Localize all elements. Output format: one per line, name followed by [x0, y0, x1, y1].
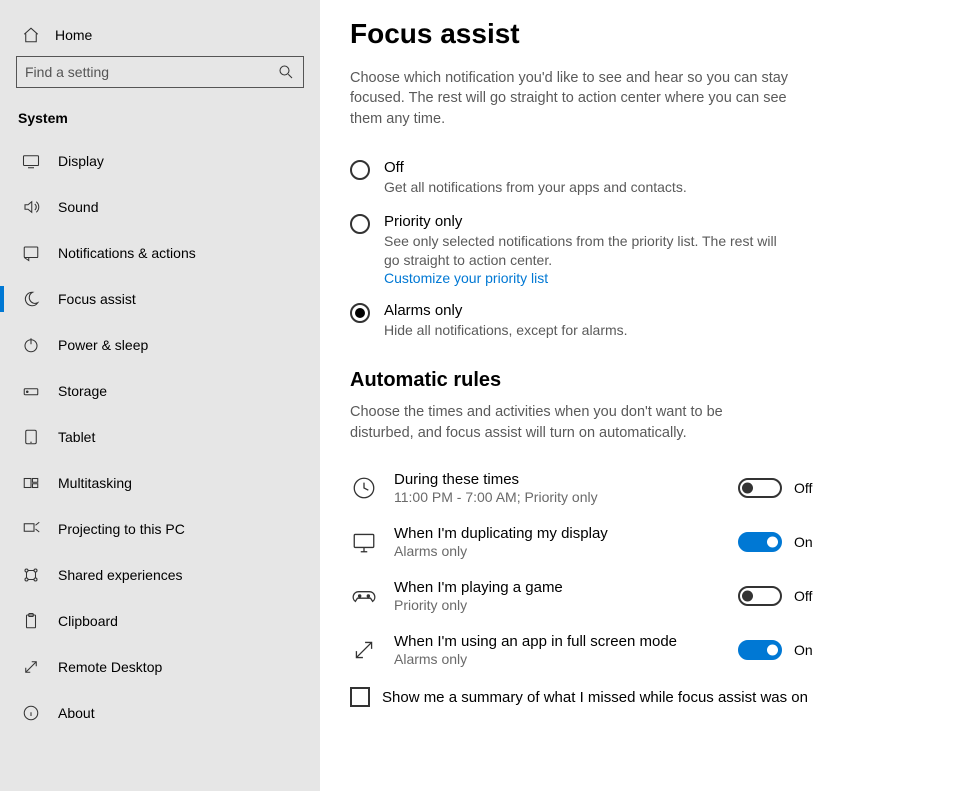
monitor-icon	[350, 528, 378, 556]
customize-priority-link[interactable]: Customize your priority list	[384, 270, 548, 286]
display-icon	[22, 152, 40, 170]
rule-title: When I'm using an app in full screen mod…	[394, 633, 722, 650]
rule-during-times[interactable]: During these times 11:00 PM - 7:00 AM; P…	[350, 461, 820, 515]
content: Focus assist Choose which notification y…	[320, 0, 956, 791]
rule-title: When I'm playing a game	[394, 579, 722, 596]
radio-circle	[350, 303, 370, 323]
sidebar-item-label: Notifications & actions	[58, 245, 196, 261]
radio-circle	[350, 160, 370, 180]
rule-duplicating-display[interactable]: When I'm duplicating my display Alarms o…	[350, 515, 820, 569]
rule-fullscreen-app[interactable]: When I'm using an app in full screen mod…	[350, 623, 820, 677]
checkbox-label: Show me a summary of what I missed while…	[382, 689, 808, 706]
search-box[interactable]	[16, 56, 304, 88]
sidebar-item-notifications[interactable]: Notifications & actions	[0, 230, 320, 276]
sidebar-item-label: Clipboard	[58, 613, 118, 629]
rules-desc: Choose the times and activities when you…	[350, 402, 770, 443]
search-icon	[277, 63, 295, 81]
about-icon	[22, 704, 40, 722]
home-button[interactable]: Home	[0, 18, 320, 56]
sound-icon	[22, 198, 40, 216]
power-icon	[22, 336, 40, 354]
sidebar-item-projecting[interactable]: Projecting to this PC	[0, 506, 320, 552]
sidebar: Home System Display Sound Notifications …	[0, 0, 320, 791]
rule-toggle[interactable]	[738, 478, 782, 498]
radio-title: Priority only	[384, 213, 794, 230]
sidebar-item-label: Shared experiences	[58, 567, 183, 583]
radio-desc: Get all notifications from your apps and…	[384, 178, 687, 197]
rule-title: During these times	[394, 471, 722, 488]
radio-title: Off	[384, 159, 687, 176]
clipboard-icon	[22, 612, 40, 630]
radio-desc: Hide all notifications, except for alarm…	[384, 321, 628, 340]
intro-text: Choose which notification you'd like to …	[350, 68, 790, 129]
rule-sub: Alarms only	[394, 543, 722, 559]
fullscreen-icon	[350, 636, 378, 664]
sidebar-item-label: Remote Desktop	[58, 659, 162, 675]
radio-circle	[350, 214, 370, 234]
radio-alarms-only[interactable]: Alarms only Hide all notifications, exce…	[350, 296, 926, 350]
radio-off[interactable]: Off Get all notifications from your apps…	[350, 153, 926, 207]
rule-sub: 11:00 PM - 7:00 AM; Priority only	[394, 489, 722, 505]
home-icon	[22, 26, 40, 44]
nav-list: Display Sound Notifications & actions Fo…	[0, 138, 320, 736]
toggle-state-label: Off	[794, 588, 820, 604]
rule-toggle[interactable]	[738, 532, 782, 552]
sidebar-item-sound[interactable]: Sound	[0, 184, 320, 230]
notifications-icon	[22, 244, 40, 262]
tablet-icon	[22, 428, 40, 446]
remote-icon	[22, 658, 40, 676]
rule-title: When I'm duplicating my display	[394, 525, 722, 542]
sidebar-item-label: Display	[58, 153, 104, 169]
summary-checkbox-row[interactable]: Show me a summary of what I missed while…	[350, 687, 926, 707]
rule-playing-game[interactable]: When I'm playing a game Priority only Of…	[350, 569, 820, 623]
search-input[interactable]	[25, 64, 277, 80]
multitasking-icon	[22, 474, 40, 492]
sidebar-item-label: Projecting to this PC	[58, 521, 185, 537]
toggle-state-label: Off	[794, 480, 820, 496]
storage-icon	[22, 382, 40, 400]
sidebar-item-display[interactable]: Display	[0, 138, 320, 184]
checkbox	[350, 687, 370, 707]
rule-toggle[interactable]	[738, 640, 782, 660]
rule-toggle[interactable]	[738, 586, 782, 606]
sidebar-item-tablet[interactable]: Tablet	[0, 414, 320, 460]
sidebar-item-label: About	[58, 705, 95, 721]
toggle-state-label: On	[794, 642, 820, 658]
gamepad-icon	[350, 582, 378, 610]
rule-sub: Priority only	[394, 597, 722, 613]
sidebar-item-remote[interactable]: Remote Desktop	[0, 644, 320, 690]
sidebar-item-multitasking[interactable]: Multitasking	[0, 460, 320, 506]
sidebar-heading: System	[0, 98, 320, 138]
sidebar-item-storage[interactable]: Storage	[0, 368, 320, 414]
clock-icon	[350, 474, 378, 502]
sidebar-item-about[interactable]: About	[0, 690, 320, 736]
moon-icon	[22, 290, 40, 308]
shared-icon	[22, 566, 40, 584]
projecting-icon	[22, 520, 40, 538]
rule-sub: Alarms only	[394, 651, 722, 667]
sidebar-item-shared[interactable]: Shared experiences	[0, 552, 320, 598]
rules-heading: Automatic rules	[350, 369, 926, 392]
radio-title: Alarms only	[384, 302, 628, 319]
page-title: Focus assist	[350, 18, 926, 50]
sidebar-item-label: Power & sleep	[58, 337, 148, 353]
sidebar-item-clipboard[interactable]: Clipboard	[0, 598, 320, 644]
sidebar-item-label: Sound	[58, 199, 98, 215]
sidebar-item-power[interactable]: Power & sleep	[0, 322, 320, 368]
sidebar-item-focus-assist[interactable]: Focus assist	[0, 276, 320, 322]
toggle-state-label: On	[794, 534, 820, 550]
radio-priority-only[interactable]: Priority only See only selected notifica…	[350, 207, 926, 296]
home-label: Home	[55, 27, 92, 43]
sidebar-item-label: Storage	[58, 383, 107, 399]
search-wrap	[0, 56, 320, 98]
sidebar-item-label: Multitasking	[58, 475, 132, 491]
radio-desc: See only selected notifications from the…	[384, 232, 794, 270]
sidebar-item-label: Focus assist	[58, 291, 136, 307]
sidebar-item-label: Tablet	[58, 429, 95, 445]
